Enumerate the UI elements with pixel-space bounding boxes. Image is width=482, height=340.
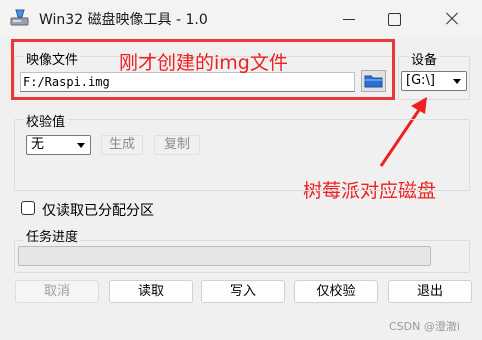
checksum-type-select[interactable]: 无: [26, 135, 91, 155]
exit-button[interactable]: 退出: [388, 280, 472, 303]
read-only-allocated-checkbox[interactable]: [21, 201, 35, 215]
checksum-group: [14, 119, 470, 191]
cancel-button[interactable]: 取消: [15, 280, 99, 303]
verify-only-button[interactable]: 仅校验: [294, 280, 378, 303]
read-button[interactable]: 读取: [109, 280, 193, 303]
csdn-watermark: CSDN @澄澈i: [389, 320, 460, 333]
chevron-down-icon: [77, 143, 85, 148]
checksum-type-value: 无: [31, 137, 45, 152]
progress-group-label: 任务进度: [24, 226, 81, 245]
write-button[interactable]: 写入: [201, 280, 285, 303]
task-progress-bar: [18, 246, 431, 266]
checksum-group-label: 校验值: [24, 111, 68, 130]
read-only-allocated-label: 仅读取已分配分区: [42, 203, 154, 219]
generate-checksum-button[interactable]: 生成: [101, 135, 143, 155]
copy-checksum-button[interactable]: 复制: [154, 135, 200, 155]
